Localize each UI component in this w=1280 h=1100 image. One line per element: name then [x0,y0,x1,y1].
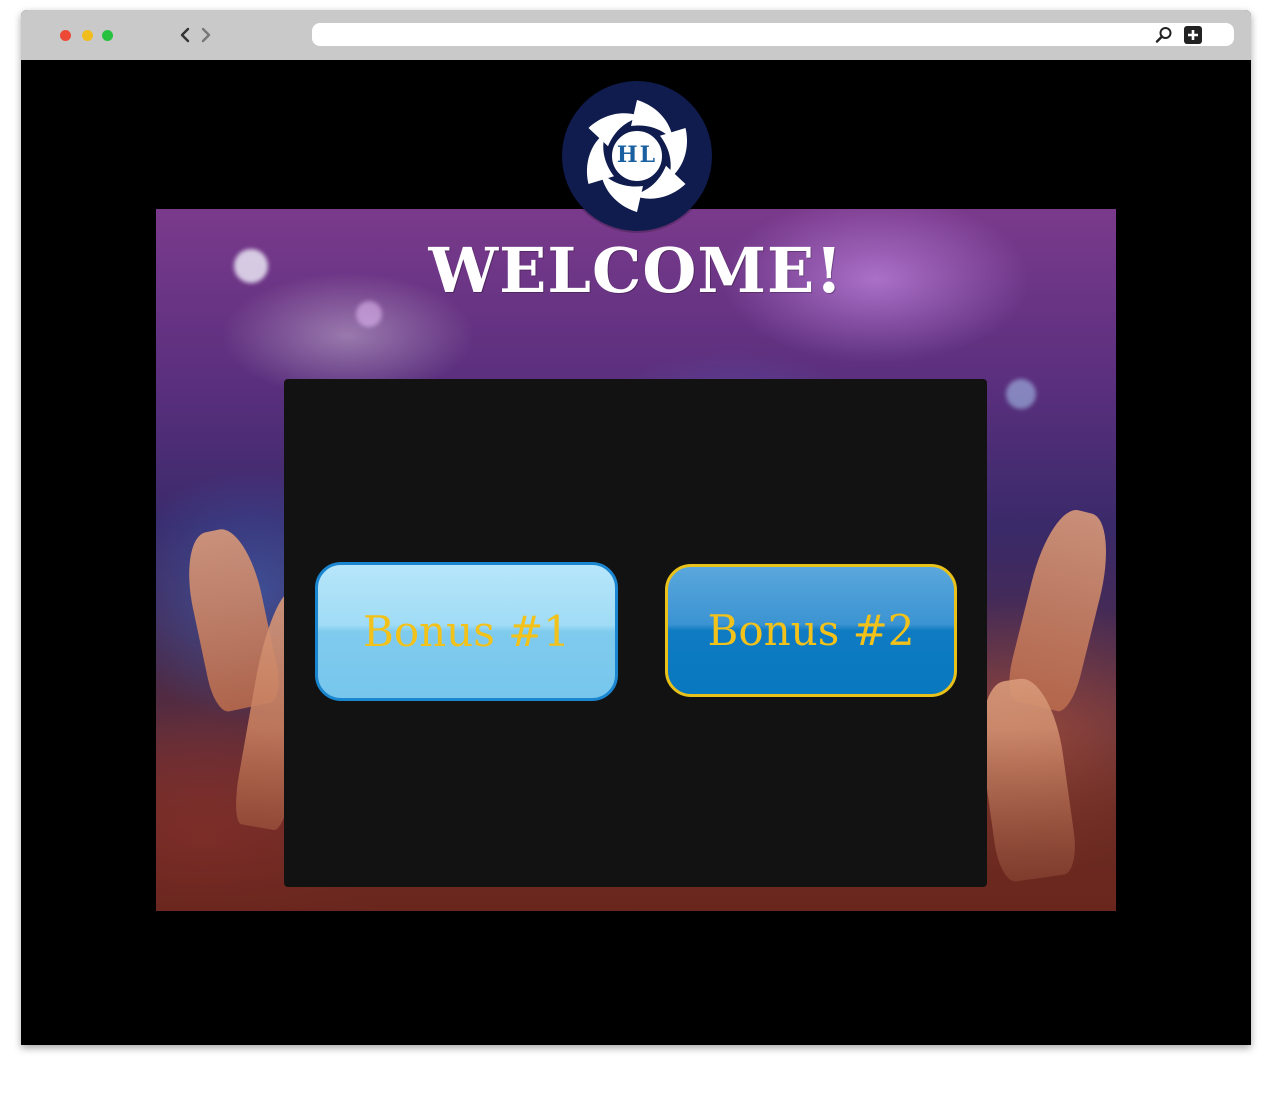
welcome-heading: WELCOME! [428,234,844,307]
bonus-panel: Bonus #1 Bonus #2 [284,379,987,887]
logo-text: HL [616,142,658,168]
browser-window: WELCOME! HL Bonus #1 Bonus #2 [21,10,1251,1045]
hl-logo: HL [562,81,712,231]
chevron-right-icon[interactable] [198,25,214,45]
address-bar[interactable] [312,23,1234,46]
new-tab-icon[interactable] [1184,26,1202,44]
bonus-2-button[interactable]: Bonus #2 [665,564,957,697]
chevron-left-icon[interactable] [177,25,193,45]
stage-light [1006,379,1036,409]
browser-titlebar [21,10,1251,60]
bonus-1-button[interactable]: Bonus #1 [315,562,618,701]
maximize-dot[interactable] [102,30,113,41]
search-icon[interactable] [1155,26,1173,44]
close-dot[interactable] [60,30,71,41]
stage-light [356,301,382,327]
minimize-dot[interactable] [82,30,93,41]
page-viewport: WELCOME! HL Bonus #1 Bonus #2 [21,60,1251,1045]
